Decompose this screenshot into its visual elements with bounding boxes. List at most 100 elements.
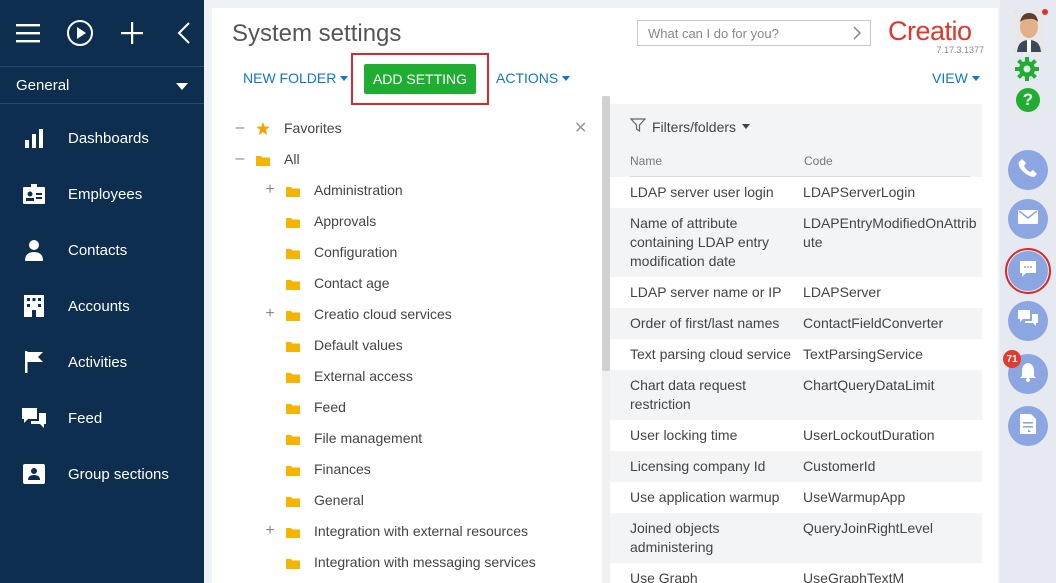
nav-top-toolbar [0,0,204,66]
phone-icon [1018,158,1038,183]
nav-item-group-sections[interactable]: Group sections [0,446,204,502]
table-row[interactable]: Chart data request restriction ChartQuery… [610,370,982,420]
feed-button[interactable] [1008,301,1048,341]
command-line[interactable] [637,20,871,46]
play-process-icon[interactable] [66,19,94,47]
table-row[interactable]: Joined objects administering QueryJoinRig… [610,513,982,563]
table-row[interactable]: Order of first/last names ContactFieldCon… [610,308,982,339]
setting-name-cell: Chart data request restriction [630,377,746,412]
tree-item[interactable]: – All [232,143,300,174]
nav-item-dashboards[interactable]: Dashboards [0,110,204,166]
workspace-selector[interactable]: General [0,66,204,104]
tree-item-label: File management [314,429,423,446]
gear-icon[interactable] [1014,56,1040,87]
setting-code-cell: LDAPServerLogin [803,184,916,200]
online-status-dot [1042,9,1048,15]
tree-item[interactable]: General [262,484,364,515]
brand-logo: Creatio 7.17.3.1377 [888,16,984,55]
hamburger-menu-icon[interactable] [14,19,42,47]
phone-button[interactable] [1008,150,1048,190]
tree-item[interactable]: Default values [262,329,403,360]
collapse-icon[interactable]: – [232,119,248,137]
tree-item[interactable]: Feed [262,391,346,422]
activities-icon [22,350,46,374]
setting-code-cell: ChartQueryDataLimit [803,377,935,393]
tree-item-label: Integration with messaging services [314,553,536,570]
view-button[interactable]: VIEW [932,70,980,86]
scrollbar-thumb[interactable] [602,96,610,371]
workspace-label: General [16,76,70,94]
expand-icon[interactable]: + [262,522,278,540]
tree-item-label: Creatio cloud services [314,305,452,322]
setting-code-cell: QueryJoinRightLevel [803,520,934,536]
tree-item-label: All [284,150,300,167]
tree-item[interactable]: Configuration [262,236,397,267]
table-row[interactable]: Use Graph UseGraphTextM [610,563,982,583]
tree-item[interactable]: File management [262,422,422,453]
setting-name-cell: Text parsing cloud service [630,346,792,362]
setting-code-cell: TextParsingService [803,346,923,362]
tree-item-label: Configuration [314,243,398,260]
help-icon[interactable]: ? [1016,88,1040,112]
tree-item[interactable]: External access [262,360,413,391]
chevron-down-icon [742,124,751,129]
actions-button[interactable]: ACTIONS [496,70,571,86]
settings-rows: LDAP server user login LDAPServerLogin Nam… [610,177,982,583]
nav-item-contacts[interactable]: Contacts [0,222,204,278]
email-button[interactable] [1008,199,1048,239]
nav-item-accounts[interactable]: Accounts [0,278,204,334]
bell-icon [1019,362,1037,387]
notification-count-badge: 71 [1003,350,1021,368]
tree-item[interactable]: Approvals [262,205,376,236]
tree-item-label: Integration with external resources [314,522,528,539]
table-row[interactable]: User locking time UserLockoutDuration [610,420,982,451]
nav-item-label: Feed [68,409,103,427]
chevron-right-icon[interactable] [852,25,862,44]
tree-item[interactable]: – Favorites [232,112,342,143]
column-header-name[interactable]: Name [630,154,662,168]
brand-name: Creatio [888,16,972,46]
folder-icon [286,525,300,538]
collapse-back-icon[interactable] [170,19,198,47]
command-input[interactable] [648,25,848,41]
expand-icon[interactable]: + [262,181,278,199]
tree-item[interactable]: Integration with messaging services [262,546,536,577]
folder-icon [286,556,300,569]
table-row[interactable]: LDAP server user login LDAPServerLogin [610,177,982,208]
star-icon [256,122,270,135]
tree-item[interactable]: Finances [262,453,371,484]
setting-code-cell: LDAPEntryModifiedOnAttribute [803,215,977,250]
column-header-code[interactable]: Code [804,154,833,168]
avatar[interactable] [1014,10,1044,52]
nav-item-employees[interactable]: Employees [0,166,204,222]
table-row[interactable]: Use application warmup UseWarmupApp [610,482,982,513]
tree-item[interactable]: + Integration with external resources [262,515,528,546]
tree-item[interactable]: + Creatio cloud services [262,298,452,329]
dashboards-icon [22,126,46,150]
expand-icon[interactable]: + [262,305,278,323]
tree-item[interactable]: + Administration [262,174,402,205]
table-row[interactable]: LDAP server name or IP LDAPServer [610,277,982,308]
document-icon [1020,413,1036,439]
add-icon[interactable] [118,19,146,47]
feed-icon [22,406,46,430]
nav-item-feed[interactable]: Feed [0,390,204,446]
add-setting-button[interactable]: ADD SETTING [364,64,476,94]
table-row[interactable]: Name of attribute containing LDAP entry … [610,208,982,277]
tree-item-label: Finances [314,460,371,477]
nav-item-label: Accounts [68,297,130,315]
collapse-icon[interactable]: – [232,150,248,168]
tasks-button[interactable] [1008,406,1048,446]
nav-item-activities[interactable]: Activities [0,334,204,390]
setting-name-cell: User locking time [630,427,738,443]
table-row[interactable]: Text parsing cloud service TextParsingSer… [610,339,982,370]
chat-button[interactable] [1008,251,1048,291]
new-folder-button[interactable]: NEW FOLDER [243,70,349,86]
contacts-icon [22,238,46,262]
chevron-down-icon [562,75,571,81]
section-list: Dashboards Employees Contacts Accounts A… [0,104,204,502]
close-icon[interactable]: ✕ [574,118,587,138]
filters-folders-button[interactable]: Filters/folders [629,118,751,135]
table-row[interactable]: Licensing company Id CustomerId [610,451,982,482]
tree-item[interactable]: Contact age [262,267,390,298]
